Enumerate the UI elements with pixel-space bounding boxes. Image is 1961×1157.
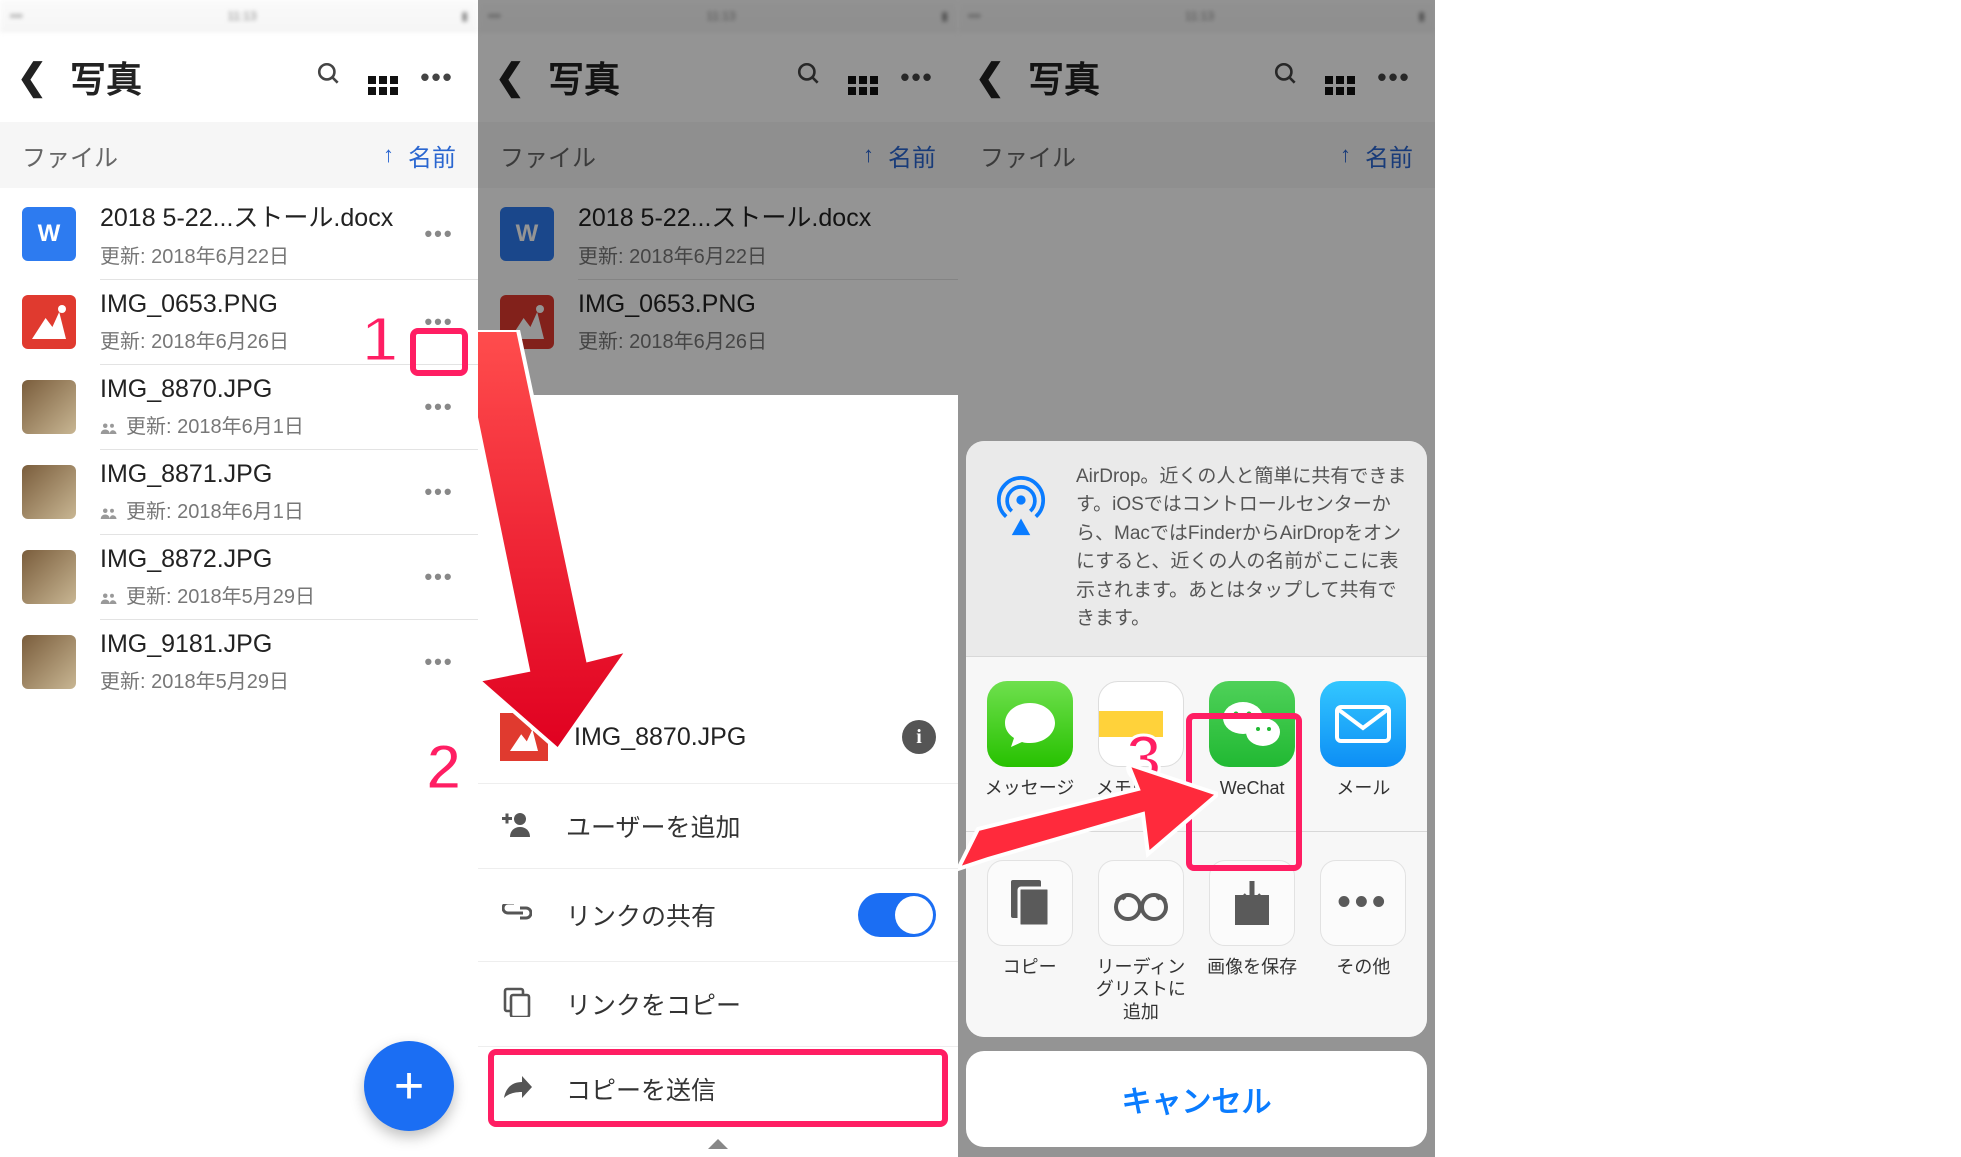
action-copy[interactable]: コピー: [978, 860, 1082, 1024]
shared-icon: [100, 588, 118, 602]
reading-list-icon: [1098, 860, 1184, 946]
add-user-icon: [500, 811, 534, 842]
file-more-icon[interactable]: •••: [414, 221, 464, 247]
share-app-mail[interactable]: メール: [1311, 681, 1415, 817]
file-more-icon[interactable]: •••: [414, 479, 464, 505]
fab-add-button[interactable]: +: [364, 1041, 454, 1131]
action-save-image[interactable]: 画像を保存: [1200, 860, 1304, 1024]
file-row[interactable]: IMG_8870.JPG 更新: 2018年6月1日 •••: [0, 365, 478, 449]
file-name: IMG_9181.JPG: [100, 630, 414, 659]
sort-row[interactable]: ファイル ↑ 名前: [0, 122, 478, 188]
share-app-messages[interactable]: メッセージ: [978, 681, 1082, 817]
image-icon: [22, 295, 76, 349]
screen-1-file-list: •••11:13▮ ❮ 写真 ••• ファイル ↑ 名前 W 2018 5-22…: [0, 0, 478, 1157]
file-row[interactable]: IMG_0653.PNG 更新: 2018年6月26日 •••: [0, 280, 478, 364]
share-actions-row: コピー リーディングリストに追加 画像を保存 ••• その他: [966, 831, 1427, 1038]
file-row[interactable]: IMG_8872.JPG 更新: 2018年5月29日 •••: [0, 535, 478, 619]
file-more-icon[interactable]: •••: [414, 394, 464, 420]
back-button[interactable]: ❮: [14, 56, 50, 98]
screen-2-context-sheet: •••11:13▮ ❮ 写真 ••• ファイル ↑名前 W 2018 5-22.…: [478, 0, 958, 1157]
sort-by: 名前: [408, 138, 456, 173]
photo-thumb: [22, 550, 76, 604]
file-list: W 2018 5-22...ストール.docx 更新: 2018年6月22日 •…: [0, 188, 478, 704]
mail-icon: [1320, 681, 1406, 767]
action-reading-list[interactable]: リーディングリストに追加: [1089, 860, 1193, 1024]
photo-thumb: [22, 635, 76, 689]
status-bar: •••11:13▮: [0, 0, 478, 32]
context-sheet: IMG_8870.JPG i ユーザーを追加 リンクの共有 リンクをコピー コピ…: [478, 691, 958, 1157]
share-app-notes[interactable]: メモに追加: [1089, 681, 1193, 817]
notes-icon: [1098, 681, 1184, 767]
file-name: IMG_8870.JPG: [100, 375, 414, 404]
docx-icon: W: [22, 207, 76, 261]
file-name: IMG_0653.PNG: [100, 290, 414, 319]
header: ❮ 写真 •••: [0, 32, 478, 122]
sheet-file-name: IMG_8870.JPG: [574, 723, 876, 752]
sort-direction-icon: ↑: [383, 142, 394, 168]
file-more-icon[interactable]: •••: [414, 649, 464, 675]
file-more-icon[interactable]: •••: [414, 564, 464, 590]
file-row[interactable]: IMG_8871.JPG 更新: 2018年6月1日 •••: [0, 450, 478, 534]
wechat-icon: [1209, 681, 1295, 767]
ios-share-sheet: AirDrop。近くの人と簡単に共有できます。iOSではコントロールセンターから…: [966, 441, 1427, 1148]
airdrop-text: AirDrop。近くの人と簡単に共有できます。iOSではコントロールセンターから…: [1076, 463, 1409, 634]
shared-icon: [100, 418, 118, 432]
chevron-up-icon: [708, 1139, 728, 1149]
cancel-button[interactable]: キャンセル: [966, 1051, 1427, 1147]
info-icon[interactable]: i: [902, 720, 936, 754]
option-send-copy[interactable]: コピーを送信: [478, 1046, 958, 1131]
copy-icon: [500, 987, 534, 1022]
file-name: IMG_8872.JPG: [100, 545, 414, 574]
airdrop-icon: [984, 463, 1058, 537]
search-icon[interactable]: [302, 61, 356, 94]
option-share-link[interactable]: リンクの共有: [478, 868, 958, 961]
more-icon[interactable]: •••: [410, 62, 464, 93]
more-icon: •••: [1320, 860, 1406, 946]
photo-thumb: [22, 380, 76, 434]
sort-label: ファイル: [22, 138, 118, 173]
file-meta: 更新: 2018年6月22日: [100, 240, 414, 269]
file-name: IMG_8871.JPG: [100, 460, 414, 489]
sheet-handle[interactable]: [478, 1131, 958, 1157]
airdrop-section[interactable]: AirDrop。近くの人と簡単に共有できます。iOSではコントロールセンターから…: [966, 441, 1427, 656]
option-add-user[interactable]: ユーザーを追加: [478, 783, 958, 868]
share-app-wechat[interactable]: WeChat: [1200, 681, 1304, 817]
dim-overlay[interactable]: [478, 0, 958, 395]
share-link-toggle[interactable]: [858, 893, 936, 937]
screen-3-share-sheet: •••11:13▮ ❮ 写真 ••• ファイル ↑名前 AirDrop。近くの人: [958, 0, 1435, 1157]
file-row[interactable]: IMG_9181.JPG 更新: 2018年5月29日 •••: [0, 620, 478, 704]
share-arrow-icon: [500, 1074, 534, 1105]
link-icon: [500, 904, 534, 927]
image-icon: [500, 713, 548, 761]
messages-icon: [987, 681, 1073, 767]
option-copy-link[interactable]: リンクをコピー: [478, 961, 958, 1046]
page-title: 写真: [50, 51, 302, 103]
shared-icon: [100, 503, 118, 517]
photo-thumb: [22, 465, 76, 519]
action-more[interactable]: ••• その他: [1311, 860, 1415, 1024]
grid-view-icon[interactable]: [356, 60, 410, 95]
save-image-icon: [1209, 860, 1295, 946]
annotation-step-2: 2: [426, 730, 462, 804]
file-name: 2018 5-22...ストール.docx: [100, 198, 414, 234]
file-more-icon[interactable]: •••: [414, 309, 464, 335]
file-row[interactable]: W 2018 5-22...ストール.docx 更新: 2018年6月22日 •…: [0, 188, 478, 279]
copy-icon: [987, 860, 1073, 946]
share-apps-row: メッセージ メモに追加 WeChat メール: [966, 656, 1427, 831]
